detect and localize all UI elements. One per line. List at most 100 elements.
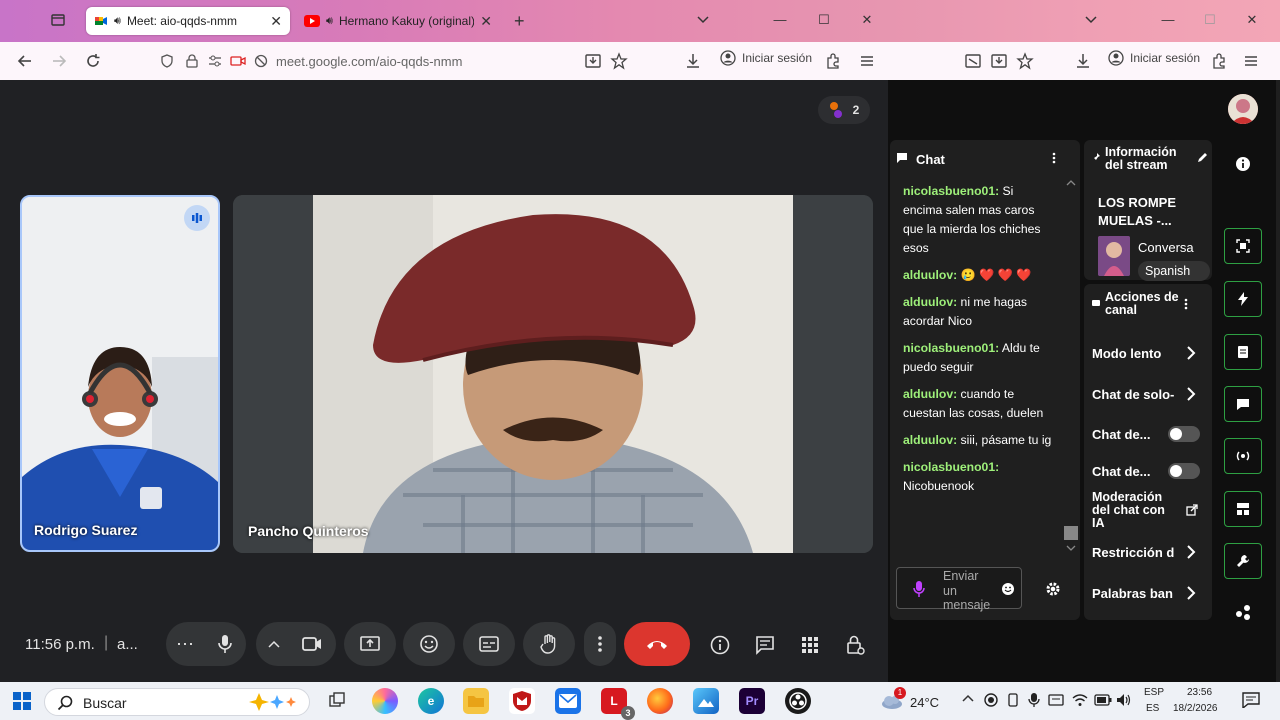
chat-toggle-switch[interactable] <box>1168 426 1200 442</box>
task-view-icon[interactable] <box>328 692 346 710</box>
windows-start-icon[interactable] <box>13 692 31 710</box>
tab-close-icon[interactable]: ✕ <box>480 13 492 30</box>
info-icon[interactable] <box>1235 156 1251 172</box>
close-window-icon[interactable]: ✕ <box>857 10 877 30</box>
forward-icon[interactable] <box>50 52 68 70</box>
minimize-icon[interactable]: — <box>1158 10 1178 30</box>
downloads-icon[interactable] <box>684 52 702 70</box>
chat-button[interactable] <box>748 628 782 662</box>
tab-overflow-chevron-icon[interactable] <box>696 12 710 26</box>
reactions-button[interactable] <box>403 622 455 666</box>
extensions-icon[interactable] <box>1210 52 1228 70</box>
premiere-app-icon[interactable]: Pr <box>739 688 765 714</box>
mic-blocked-icon[interactable] <box>254 54 268 68</box>
edit-pencil-icon[interactable] <box>1196 152 1208 164</box>
meeting-details-button[interactable] <box>703 628 737 662</box>
reload-icon[interactable] <box>84 52 102 70</box>
chevron-right-icon[interactable] <box>1186 586 1196 600</box>
layout-button[interactable] <box>1224 491 1262 527</box>
url-text[interactable]: meet.google.com/aio-qqds-nmm <box>276 54 462 69</box>
bookmark-star-icon[interactable] <box>1016 52 1034 70</box>
mcafee-app-icon[interactable] <box>509 688 535 714</box>
mic-icon[interactable] <box>218 634 232 654</box>
tray-phone-icon[interactable] <box>1006 693 1020 707</box>
language-code-top[interactable]: ESP <box>1144 687 1164 698</box>
chat-username[interactable]: alduulov <box>903 268 953 282</box>
host-controls-button[interactable] <box>838 628 872 662</box>
broadcast-button[interactable] <box>1224 438 1262 474</box>
participant-tile-rodrigo[interactable]: Rodrigo Suarez <box>20 195 220 552</box>
emoji-icon[interactable] <box>1001 582 1015 596</box>
photos-app-icon[interactable] <box>693 688 719 714</box>
tab-close-icon[interactable]: ✕ <box>270 13 282 30</box>
edge-app-icon[interactable]: e <box>418 688 444 714</box>
chat-username[interactable]: nicolasbueno01 <box>903 460 995 474</box>
outlook-app-icon[interactable] <box>555 688 581 714</box>
camera-icon[interactable] <box>302 637 322 651</box>
extensions-icon[interactable] <box>824 52 842 70</box>
menu-icon[interactable] <box>858 52 876 70</box>
external-link-icon[interactable] <box>1186 504 1198 516</box>
meeting-code[interactable]: a... <box>117 636 138 653</box>
category-thumbnail[interactable] <box>1098 236 1130 276</box>
volume-icon[interactable] <box>1116 693 1132 707</box>
share-icon[interactable] <box>1235 604 1251 620</box>
weather-widget[interactable]: 1 24°C <box>880 687 950 716</box>
close-window-icon[interactable]: ✕ <box>1242 10 1262 30</box>
raise-hand-button[interactable] <box>523 622 575 666</box>
scroll-up-icon[interactable] <box>1066 180 1076 186</box>
tab-meet[interactable]: 🔊︎ Meet: aio-qqds-nmm ✕ <box>86 7 290 35</box>
chat-settings-gear-icon[interactable] <box>1045 581 1061 597</box>
language-code-bottom[interactable]: ES <box>1146 703 1159 714</box>
new-tab-button[interactable]: + <box>514 11 525 32</box>
menu-icon[interactable] <box>1242 52 1260 70</box>
bookmark-star-icon[interactable] <box>610 52 628 70</box>
tab-youtube[interactable]: 🔊︎ Hermano Kakuy (original) - ✕ <box>296 7 500 35</box>
tray-record-icon[interactable] <box>984 693 998 707</box>
taskbar-search[interactable]: Buscar <box>44 688 310 716</box>
file-explorer-app-icon[interactable] <box>463 688 489 714</box>
wifi-icon[interactable] <box>1072 693 1088 707</box>
activities-button[interactable] <box>793 628 827 662</box>
scroll-down-icon[interactable] <box>1066 545 1076 551</box>
notifications-icon[interactable] <box>1242 692 1260 708</box>
shield-icon[interactable] <box>160 54 174 68</box>
action-subscriber-only-chat[interactable]: Chat de solo- <box>1092 387 1184 402</box>
battery-icon[interactable] <box>1094 694 1112 706</box>
chat-username[interactable]: alduulov <box>903 433 953 447</box>
mic-icon[interactable] <box>913 580 925 598</box>
leave-call-button[interactable] <box>624 622 690 666</box>
permissions-icon[interactable] <box>208 54 222 68</box>
chat-panel-button[interactable] <box>1224 386 1262 422</box>
lock-icon[interactable] <box>186 54 198 68</box>
downloads-icon[interactable] <box>1074 52 1092 70</box>
chat-username[interactable]: alduulov <box>903 170 953 173</box>
copilot-app-icon[interactable] <box>372 688 398 714</box>
page-save-icon[interactable] <box>990 52 1008 70</box>
back-icon[interactable] <box>16 52 34 70</box>
chevron-right-icon[interactable] <box>1186 387 1196 401</box>
stream-category[interactable]: Conversa <box>1138 240 1208 255</box>
chat-input[interactable]: Enviar un mensaje <box>896 567 1022 612</box>
present-screen-button[interactable] <box>344 622 396 666</box>
chevron-right-icon[interactable] <box>1186 346 1196 360</box>
chat-toggle-switch[interactable] <box>1168 463 1200 479</box>
clock-date[interactable]: 18/2/2026 <box>1173 703 1218 714</box>
quick-actions-button[interactable] <box>1224 281 1262 317</box>
audio-options-icon[interactable]: ⋯ <box>176 634 194 655</box>
camera-in-use-icon[interactable] <box>230 55 246 67</box>
chat-username[interactable]: alduulov <box>903 387 953 401</box>
tab-overflow-chevron-icon[interactable] <box>1084 12 1098 26</box>
clock-time[interactable]: 23:56 <box>1187 687 1212 698</box>
user-avatar[interactable] <box>1228 94 1258 124</box>
video-options-chevron-icon[interactable] <box>268 640 280 648</box>
notes-button[interactable] <box>1224 334 1262 370</box>
focus-mode-button[interactable] <box>1224 228 1262 264</box>
chat-username[interactable]: nicolasbueno01 <box>903 341 995 355</box>
actions-options-icon[interactable] <box>1184 298 1188 310</box>
captions-button[interactable] <box>463 622 515 666</box>
language-tag[interactable]: Spanish <box>1138 261 1210 281</box>
minimize-icon[interactable]: — <box>770 10 790 30</box>
chat-username[interactable]: nicolasbueno01 <box>903 184 995 198</box>
tab-audio-icon[interactable]: 🔊︎ <box>114 15 121 28</box>
